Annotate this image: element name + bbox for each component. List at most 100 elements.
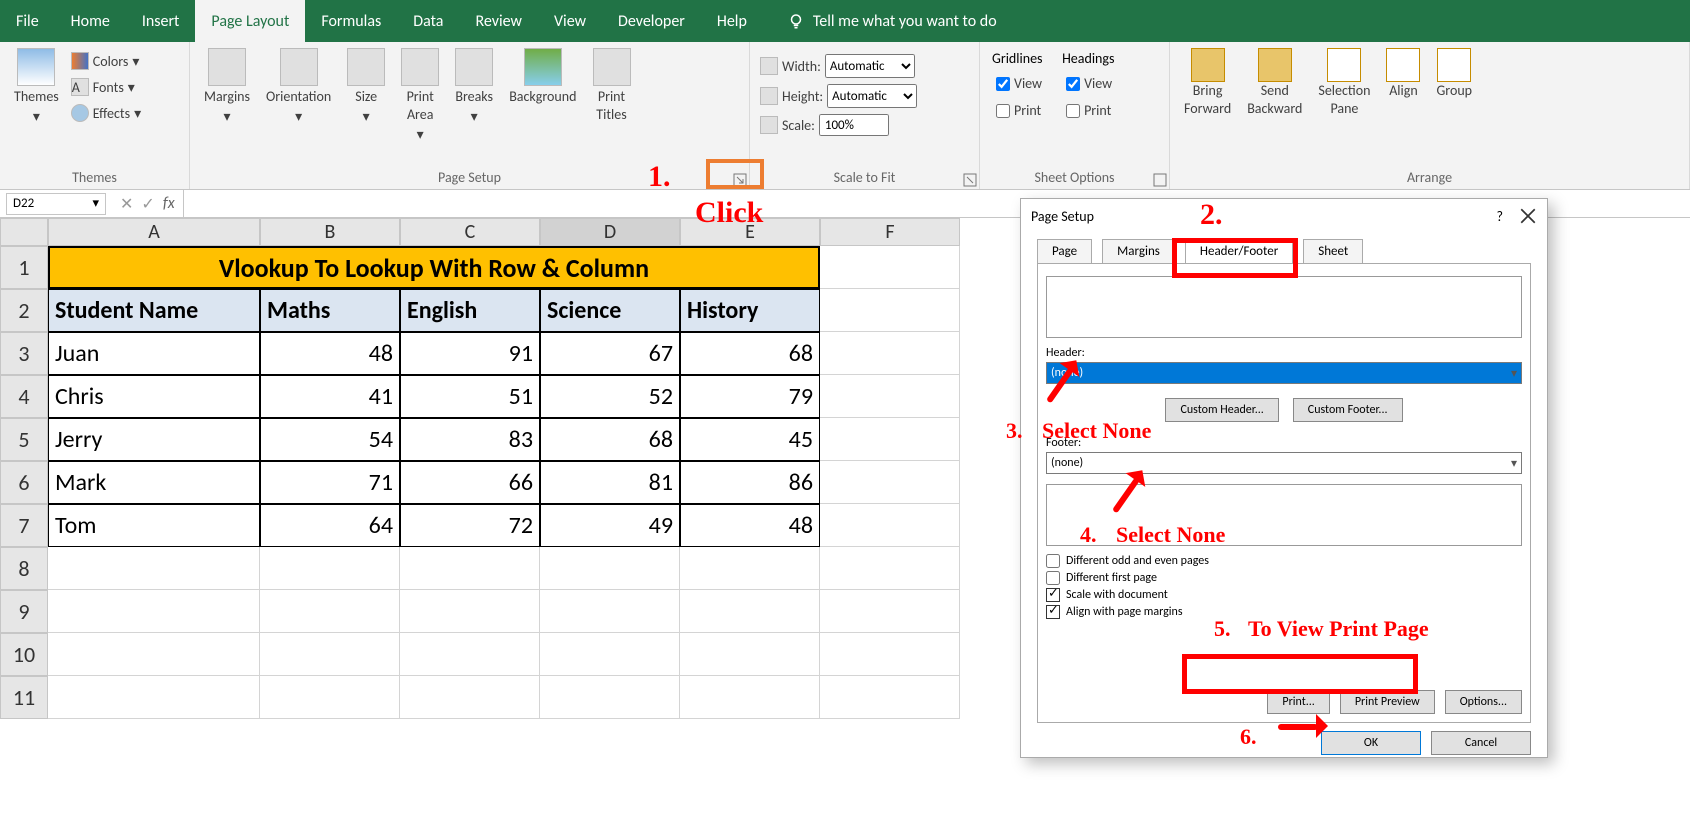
cell-c4[interactable]: 51 (400, 375, 540, 418)
cell-e11[interactable] (680, 676, 820, 719)
cell-c9[interactable] (400, 590, 540, 633)
cell-b3[interactable]: 48 (260, 332, 400, 375)
cell-e5[interactable]: 45 (680, 418, 820, 461)
breaks-button[interactable]: Breaks▾ (447, 46, 501, 128)
tab-file[interactable]: File (0, 0, 55, 42)
tab-help[interactable]: Help (701, 0, 763, 42)
print-titles-button[interactable]: Print Titles (585, 46, 639, 126)
selection-pane-button[interactable]: Selection Pane (1310, 46, 1378, 120)
colors-button[interactable]: Colors▾ (67, 50, 145, 72)
height-select[interactable]: Automatic (827, 84, 917, 108)
cell-e10[interactable] (680, 633, 820, 676)
row-header-2[interactable]: 2 (0, 289, 48, 332)
cell-d10[interactable] (540, 633, 680, 676)
cell-d5[interactable]: 68 (540, 418, 680, 461)
align-margins-checkbox[interactable] (1046, 605, 1060, 619)
headings-view-checkbox[interactable] (1066, 77, 1080, 91)
cell-f9[interactable] (820, 590, 960, 633)
themes-button[interactable]: Themes ▾ (6, 46, 67, 128)
tab-formulas[interactable]: Formulas (305, 0, 397, 42)
cell-f1[interactable] (820, 246, 960, 289)
cell-header-history[interactable]: History (680, 289, 820, 332)
cell-b10[interactable] (260, 633, 400, 676)
size-button[interactable]: Size▾ (339, 46, 393, 128)
width-select[interactable]: Automatic (825, 54, 915, 78)
dialog-tab-margins[interactable]: Margins (1102, 239, 1175, 263)
dialog-tab-sheet[interactable]: Sheet (1303, 239, 1363, 263)
bring-forward-button[interactable]: Bring Forward (1176, 46, 1239, 120)
col-header-a[interactable]: A (48, 218, 260, 246)
background-button[interactable]: Background (501, 46, 584, 108)
dialog-tab-header-footer[interactable]: Header/Footer (1185, 239, 1293, 263)
cell-header-science[interactable]: Science (540, 289, 680, 332)
cell-d7[interactable]: 49 (540, 504, 680, 547)
sheetopt-dialog-launcher[interactable] (1153, 173, 1167, 187)
cell-c10[interactable] (400, 633, 540, 676)
print-button[interactable]: Print... (1267, 690, 1329, 714)
tab-home[interactable]: Home (55, 0, 126, 42)
page-setup-dialog-launcher[interactable] (733, 173, 747, 187)
cell-c11[interactable] (400, 676, 540, 719)
row-header-3[interactable]: 3 (0, 332, 48, 375)
cell-header-english[interactable]: English (400, 289, 540, 332)
margins-button[interactable]: Margins▾ (196, 46, 258, 128)
row-header-11[interactable]: 11 (0, 676, 48, 719)
cell-f6[interactable] (820, 461, 960, 504)
row-header-10[interactable]: 10 (0, 633, 48, 676)
cell-a5[interactable]: Jerry (48, 418, 260, 461)
tab-page-layout[interactable]: Page Layout (195, 0, 305, 42)
fx-icon[interactable]: fx (163, 194, 175, 214)
select-all-corner[interactable] (0, 218, 48, 246)
cell-f10[interactable] (820, 633, 960, 676)
row-header-4[interactable]: 4 (0, 375, 48, 418)
cell-d11[interactable] (540, 676, 680, 719)
cell-b11[interactable] (260, 676, 400, 719)
row-header-1[interactable]: 1 (0, 246, 48, 289)
cell-f7[interactable] (820, 504, 960, 547)
cancel-formula-icon[interactable]: ✕ (120, 194, 133, 214)
cell-a4[interactable]: Chris (48, 375, 260, 418)
cell-d3[interactable]: 67 (540, 332, 680, 375)
cell-c3[interactable]: 91 (400, 332, 540, 375)
cell-f11[interactable] (820, 676, 960, 719)
cell-e8[interactable] (680, 547, 820, 590)
col-header-c[interactable]: C (400, 218, 540, 246)
cell-a7[interactable]: Tom (48, 504, 260, 547)
cell-a3[interactable]: Juan (48, 332, 260, 375)
cancel-button[interactable]: Cancel (1431, 731, 1531, 755)
tell-me-search[interactable]: Tell me what you want to do (787, 12, 997, 31)
tab-review[interactable]: Review (459, 0, 538, 42)
cell-f2[interactable] (820, 289, 960, 332)
cell-b4[interactable]: 41 (260, 375, 400, 418)
cell-f5[interactable] (820, 418, 960, 461)
cell-e3[interactable]: 68 (680, 332, 820, 375)
scale-input[interactable] (819, 114, 889, 136)
cell-b8[interactable] (260, 547, 400, 590)
cell-f3[interactable] (820, 332, 960, 375)
gridlines-print-checkbox[interactable] (996, 104, 1010, 118)
cell-e6[interactable]: 86 (680, 461, 820, 504)
cell-b7[interactable]: 64 (260, 504, 400, 547)
cell-e4[interactable]: 79 (680, 375, 820, 418)
cell-d8[interactable] (540, 547, 680, 590)
cell-c7[interactable]: 72 (400, 504, 540, 547)
custom-header-button[interactable]: Custom Header... (1165, 398, 1278, 422)
align-button[interactable]: Align (1378, 46, 1428, 102)
name-box[interactable]: D22▾ (6, 193, 106, 215)
cell-f4[interactable] (820, 375, 960, 418)
cell-d6[interactable]: 81 (540, 461, 680, 504)
send-backward-button[interactable]: Send Backward (1239, 46, 1310, 120)
cell-b6[interactable]: 71 (260, 461, 400, 504)
cell-header-name[interactable]: Student Name (48, 289, 260, 332)
col-header-d[interactable]: D (540, 218, 680, 246)
cell-a8[interactable] (48, 547, 260, 590)
print-area-button[interactable]: Print Area▾ (393, 46, 447, 146)
headings-print-checkbox[interactable] (1066, 104, 1080, 118)
dialog-tab-page[interactable]: Page (1037, 239, 1092, 263)
tab-view[interactable]: View (538, 0, 602, 42)
footer-dropdown[interactable]: (none)▾ (1046, 452, 1522, 474)
first-page-checkbox[interactable] (1046, 571, 1060, 585)
cell-c6[interactable]: 66 (400, 461, 540, 504)
cell-b9[interactable] (260, 590, 400, 633)
row-header-7[interactable]: 7 (0, 504, 48, 547)
